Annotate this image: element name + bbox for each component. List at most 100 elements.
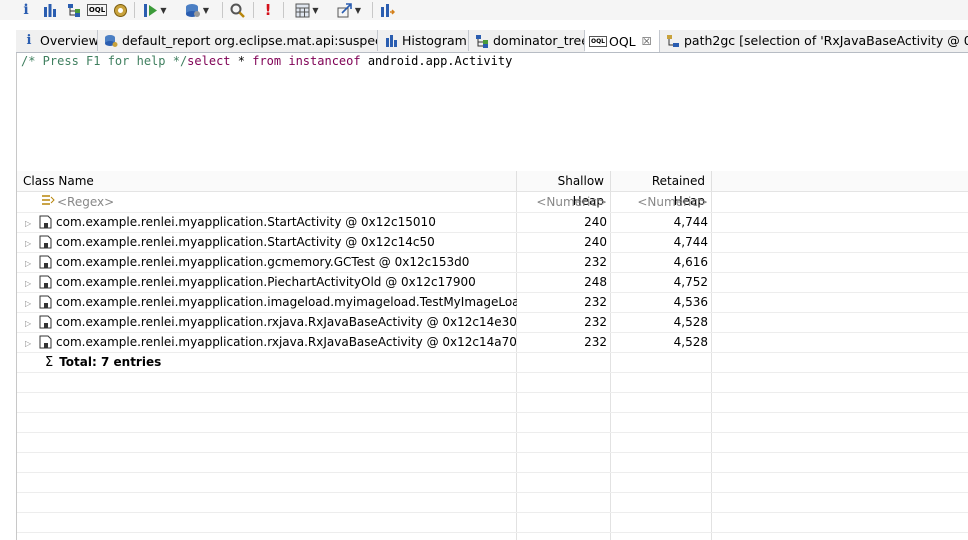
info-icon[interactable]: i <box>18 1 34 19</box>
expand-arrow-icon[interactable]: ▷ <box>25 294 35 312</box>
empty-row <box>17 432 968 453</box>
total-entries-label: Total: 7 entries <box>59 355 162 369</box>
path-icon <box>666 34 680 48</box>
table-row[interactable]: ▷ com.example.renlei.myapplication.rxjava… <box>17 312 968 333</box>
table-row[interactable]: ▷ com.example.renlei.myapplication.StartA… <box>17 232 968 253</box>
total-row: Σ Total: 7 entries <box>17 352 968 373</box>
query-keyword-select: select <box>187 54 231 68</box>
sum-icon: Σ <box>45 355 54 370</box>
column-header-shallow-heap[interactable]: Shallow Heap <box>517 171 611 208</box>
object-instance-icon <box>39 255 53 269</box>
table-row[interactable]: ▷ com.example.renlei.myapplication.rxjava… <box>17 332 968 353</box>
object-instance-icon <box>39 295 53 309</box>
chevron-down-icon[interactable]: ▼ <box>203 6 209 15</box>
tab-label: OQL <box>609 33 636 49</box>
query-comment: /* Press F1 for help */ <box>21 54 188 68</box>
retained-heap-cell: 4,744 <box>673 215 708 229</box>
info-icon: i <box>26 33 32 48</box>
expand-arrow-icon[interactable]: ▷ <box>25 274 35 292</box>
expand-arrow-icon[interactable]: ▷ <box>25 234 35 252</box>
chevron-down-icon[interactable]: ▼ <box>355 6 361 15</box>
class-name-cell: com.example.renlei.myapplication.rxjava.… <box>56 315 517 329</box>
filter-icon <box>41 192 57 212</box>
report-icon <box>104 34 118 48</box>
histogram-icon <box>384 34 398 48</box>
expand-arrow-icon[interactable]: ▷ <box>25 314 35 332</box>
oql-result-table: Class Name Shallow Heap Retained Heap <R… <box>16 169 968 540</box>
class-name-cell: com.example.renlei.myapplication.imagelo… <box>56 295 517 309</box>
oql-query-editor[interactable]: /* Press F1 for help */select * from ins… <box>16 53 968 169</box>
dominator-tree-icon <box>475 34 489 48</box>
column-header-class-name[interactable]: Class Name <box>17 171 517 191</box>
main-toolbar: i OQL ▼ ▼ ! ▼ ▼ <box>0 0 968 20</box>
calculator-icon[interactable]: ▼ <box>290 1 324 19</box>
class-name-cell: com.example.renlei.myapplication.gcmemor… <box>56 255 470 269</box>
retained-heap-cell: 4,536 <box>673 295 708 309</box>
object-instance-icon <box>39 275 53 289</box>
editor-tab-bar: i Overview default_report org.eclipse.ma… <box>16 30 968 53</box>
oql-query-text[interactable]: /* Press F1 for help */select * from ins… <box>21 54 512 68</box>
object-instance-icon <box>39 215 53 229</box>
tab-path2gc[interactable]: path2gc [selection of 'RxJavaBaseActivit… <box>660 30 968 51</box>
warning-icon[interactable]: ! <box>260 1 276 19</box>
shallow-heap-filter-input[interactable]: <Numeric> <box>517 192 611 212</box>
class-name-cell: com.example.renlei.myapplication.StartAc… <box>56 235 435 249</box>
tab-histogram[interactable]: Histogram <box>378 30 469 51</box>
thread-overview-icon[interactable] <box>112 1 128 19</box>
tab-default-report[interactable]: default_report org.eclipse.mat.api:suspe… <box>98 30 378 51</box>
histogram-icon[interactable] <box>42 1 58 19</box>
retained-heap-filter-input[interactable]: <Numeric> <box>611 192 712 212</box>
table-header: Class Name Shallow Heap Retained Heap <box>17 171 968 208</box>
tab-oql[interactable]: OQL OQL ☒ <box>585 30 660 52</box>
table-row[interactable]: ▷ com.example.renlei.myapplication.Piecha… <box>17 272 968 293</box>
retained-heap-cell: 4,744 <box>673 235 708 249</box>
export-icon[interactable]: ▼ <box>332 1 366 19</box>
retained-heap-cell: 4,528 <box>673 335 708 349</box>
dominator-tree-icon[interactable] <box>66 1 82 19</box>
compare-icon[interactable] <box>379 1 395 19</box>
column-header-retained-heap[interactable]: Retained Heap <box>611 171 712 208</box>
shallow-heap-cell: 240 <box>584 215 607 229</box>
tab-overview[interactable]: i Overview <box>16 30 98 51</box>
object-instance-icon <box>39 235 53 249</box>
object-instance-icon <box>39 315 53 329</box>
expand-arrow-icon[interactable]: ▷ <box>25 334 35 352</box>
chevron-down-icon[interactable]: ▼ <box>160 6 166 15</box>
oql-icon[interactable]: OQL <box>86 1 108 19</box>
shallow-heap-cell: 248 <box>584 275 607 289</box>
shallow-heap-cell: 232 <box>584 315 607 329</box>
expand-arrow-icon[interactable]: ▷ <box>25 214 35 232</box>
empty-row <box>17 492 968 513</box>
empty-row <box>17 412 968 433</box>
heap-dump-icon[interactable]: ▼ <box>180 1 214 19</box>
tab-label: dominator_tree <box>493 33 585 48</box>
run-report-icon[interactable]: ▼ <box>140 1 170 19</box>
table-row[interactable]: ▷ com.example.renlei.myapplication.imagel… <box>17 292 968 313</box>
tab-label: path2gc [selection of 'RxJavaBaseActivit… <box>684 33 968 48</box>
shallow-heap-cell: 232 <box>584 295 607 309</box>
shallow-heap-cell: 232 <box>584 335 607 349</box>
tab-dominator-tree[interactable]: dominator_tree <box>469 30 585 51</box>
oql-icon: OQL <box>588 35 608 47</box>
empty-row <box>17 392 968 413</box>
query-keyword-instanceof: instanceof <box>288 54 361 68</box>
close-icon[interactable]: ☒ <box>642 35 652 48</box>
class-name-cell: com.example.renlei.myapplication.rxjava.… <box>56 335 517 349</box>
search-icon[interactable] <box>229 1 245 19</box>
retained-heap-cell: 4,752 <box>673 275 708 289</box>
shallow-heap-cell: 232 <box>584 255 607 269</box>
empty-row <box>17 452 968 473</box>
shallow-heap-cell: 240 <box>584 235 607 249</box>
table-row[interactable]: ▷ com.example.renlei.myapplication.gcmemo… <box>17 252 968 273</box>
class-name-cell: com.example.renlei.myapplication.StartAc… <box>56 215 436 229</box>
tab-label: Overview <box>40 33 98 48</box>
tab-label: default_report org.eclipse.mat.api:suspe… <box>122 33 378 48</box>
filter-row: <Regex> <Numeric> <Numeric> <box>17 192 968 213</box>
regex-filter-input[interactable]: <Regex> <box>17 192 517 212</box>
expand-arrow-icon[interactable]: ▷ <box>25 254 35 272</box>
query-keyword-from: from <box>252 54 282 68</box>
empty-row <box>17 472 968 493</box>
retained-heap-cell: 4,616 <box>673 255 708 269</box>
chevron-down-icon[interactable]: ▼ <box>312 6 318 15</box>
table-row[interactable]: ▷ com.example.renlei.myapplication.StartA… <box>17 212 968 233</box>
